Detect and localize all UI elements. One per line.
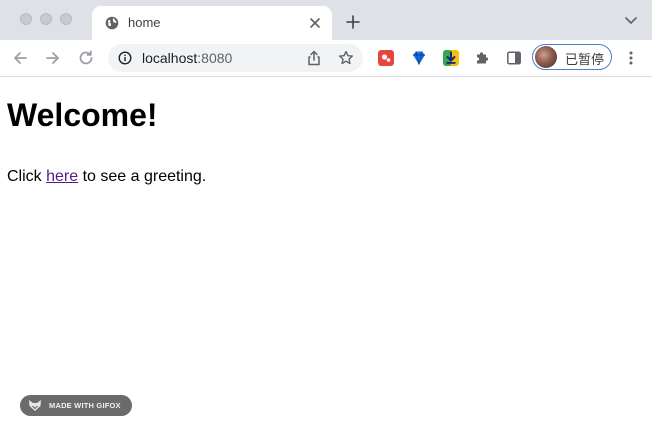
page-heading: Welcome!	[7, 97, 158, 133]
tab-title: home	[128, 15, 161, 30]
window-close-dot[interactable]	[20, 13, 32, 25]
greeting-paragraph: Click here to see a greeting.	[7, 168, 206, 186]
avatar	[535, 46, 557, 68]
watermark-text: MADE WITH GIFOX	[49, 401, 121, 410]
chevron-down-icon[interactable]	[624, 16, 638, 26]
tab-strip: home	[0, 0, 652, 40]
paragraph-text-after: to see a greeting.	[78, 168, 207, 185]
close-icon[interactable]	[308, 16, 322, 30]
plus-icon[interactable]	[345, 14, 361, 30]
window-zoom-dot[interactable]	[60, 13, 72, 25]
puzzle-icon[interactable]	[474, 50, 490, 66]
profile-button[interactable]: 已暂停	[532, 44, 612, 70]
more-icon[interactable]	[628, 50, 634, 66]
greeting-link[interactable]: here	[46, 168, 78, 185]
page-content: Welcome! Click here to see a greeting.	[0, 77, 652, 436]
profile-status-label: 已暂停	[565, 52, 605, 67]
tab-home[interactable]: home	[92, 6, 332, 40]
extension-red-icon[interactable]	[378, 50, 394, 66]
browser-toolbar: localhost:8080 已暂停	[0, 40, 652, 77]
reload-icon[interactable]	[77, 49, 95, 67]
extension-download-icon[interactable]	[443, 50, 459, 66]
star-icon[interactable]	[338, 50, 354, 66]
fox-logo-icon	[29, 400, 41, 411]
side-panel-icon[interactable]	[506, 50, 522, 66]
info-icon[interactable]	[118, 51, 132, 65]
gifox-watermark: MADE WITH GIFOX	[20, 395, 132, 416]
share-icon[interactable]	[307, 50, 321, 66]
address-bar[interactable]: localhost:8080	[108, 44, 363, 72]
globe-icon	[105, 16, 119, 30]
url-port: :8080	[197, 50, 233, 66]
url-text[interactable]: localhost:8080	[142, 50, 232, 66]
paragraph-text-before: Click	[7, 168, 47, 185]
back-icon[interactable]	[11, 49, 29, 67]
extension-diamond-icon[interactable]	[411, 50, 427, 66]
forward-icon[interactable]	[44, 49, 62, 67]
url-host: localhost	[142, 50, 198, 66]
window-minimize-dot[interactable]	[40, 13, 52, 25]
